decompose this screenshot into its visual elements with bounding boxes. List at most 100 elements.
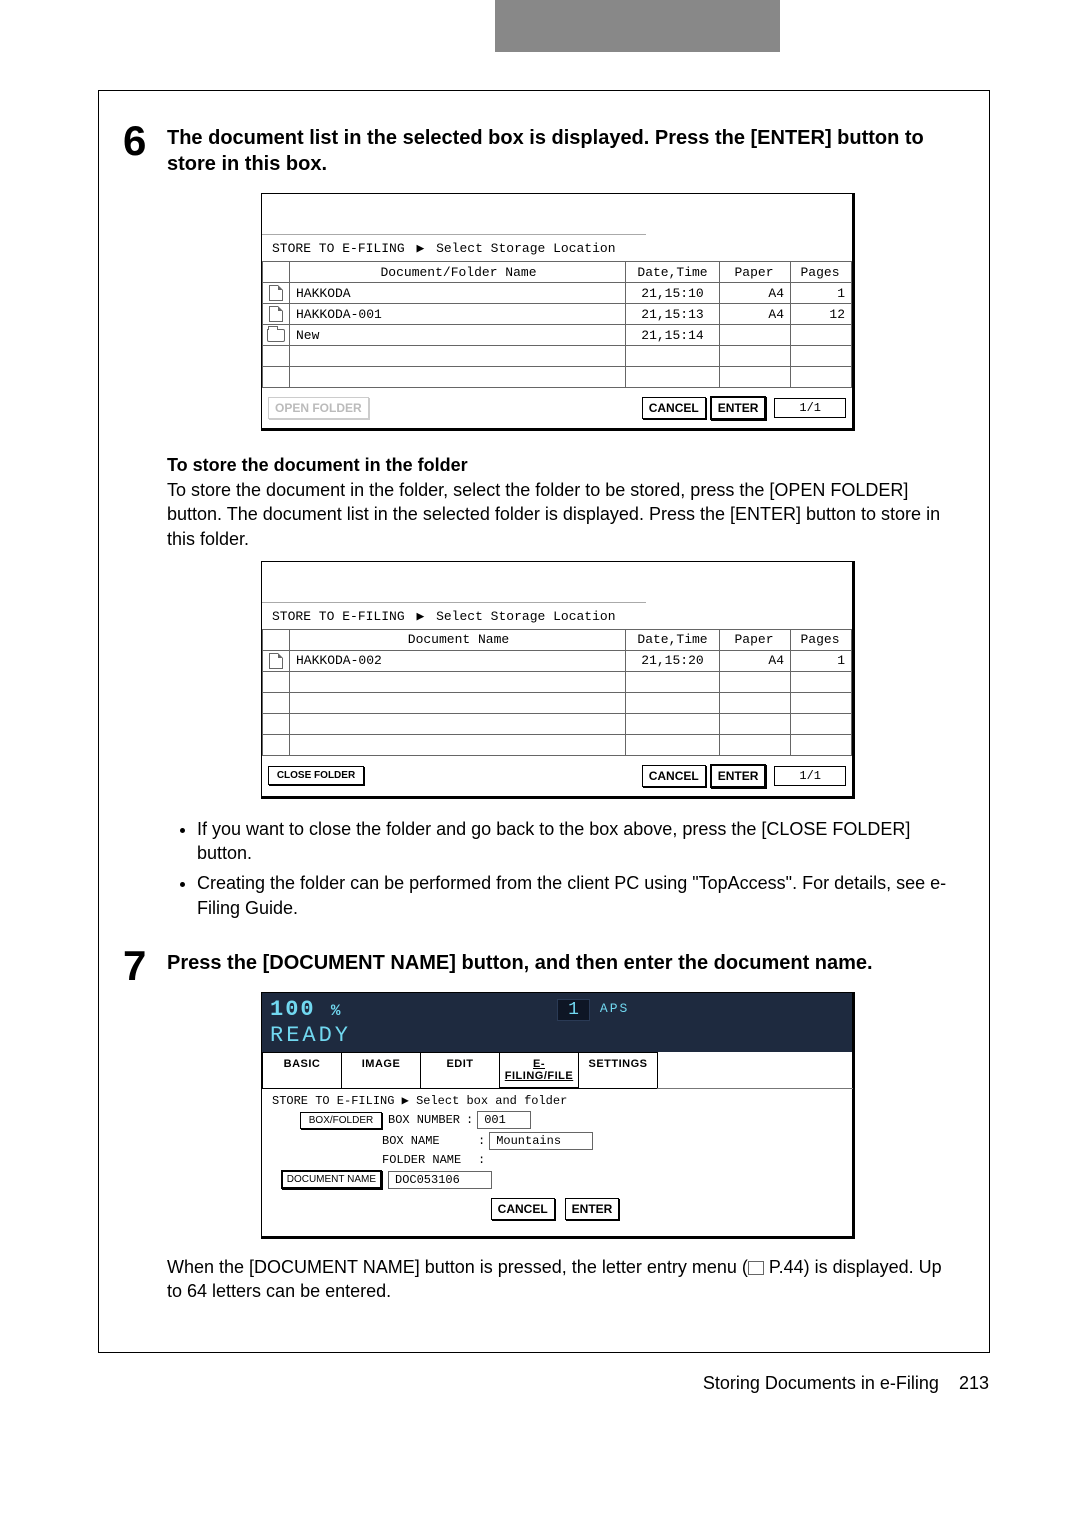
table-row — [263, 692, 852, 713]
footer-page: 213 — [959, 1373, 989, 1393]
cell-pages: 12 — [791, 304, 852, 325]
storage-location-panel-2: STORE TO E-FILING ▶ Select Storage Locat… — [261, 561, 855, 799]
pager: 1/1 — [774, 766, 846, 786]
panel-button-row: OPEN FOLDER CANCEL ENTER 1/1 — [262, 388, 852, 428]
cell-pages: 1 — [791, 650, 852, 671]
book-icon — [748, 1261, 764, 1275]
document-icon — [269, 306, 283, 322]
header-tab — [495, 0, 780, 52]
cell-date: 21,15:10 — [626, 283, 720, 304]
bullet-list: If you want to close the folder and go b… — [167, 817, 949, 920]
breadcrumb-current: Select Storage Location — [436, 241, 615, 256]
close-folder-button[interactable]: CLOSE FOLDER — [268, 766, 364, 785]
tab-image[interactable]: IMAGE — [341, 1052, 421, 1089]
cell-date: 21,15:13 — [626, 304, 720, 325]
percent-sign: % — [331, 1002, 343, 1020]
table-row[interactable]: HAKKODA-002 21,15:20 A4 1 — [263, 650, 852, 671]
folder-name-label: FOLDER NAME — [382, 1153, 478, 1167]
document-table: Document Name Date,Time Paper Pages HAKK… — [262, 629, 852, 756]
table-header-row: Document Name Date,Time Paper Pages — [263, 629, 852, 650]
tab-filler — [657, 1052, 853, 1089]
cancel-button[interactable]: CANCEL — [642, 765, 706, 787]
table-row[interactable]: New 21,15:14 — [263, 325, 852, 346]
folder-name-row: FOLDER NAME: — [272, 1153, 842, 1167]
tab-efiling-file[interactable]: E-FILING/FILE — [499, 1052, 579, 1089]
copy-ratio: 100 % — [270, 997, 342, 1022]
enter-button[interactable]: ENTER — [565, 1198, 620, 1220]
ready-status: READY — [262, 1023, 852, 1052]
breadcrumb-root: STORE TO E-FILING — [272, 609, 405, 624]
enter-button[interactable]: ENTER — [710, 764, 767, 788]
box-number-label: BOX NUMBER — [388, 1113, 466, 1127]
cell-name: HAKKODA-001 — [290, 304, 626, 325]
tab-edit[interactable]: EDIT — [420, 1052, 500, 1089]
table-row — [263, 713, 852, 734]
copy-count: 1 — [557, 999, 590, 1021]
panel-button-row: CLOSE FOLDER CANCEL ENTER 1/1 — [262, 756, 852, 796]
cell-paper: A4 — [720, 283, 791, 304]
cell-date: 21,15:14 — [626, 325, 720, 346]
panel-title-bar — [262, 194, 646, 235]
col-paper: Paper — [720, 629, 791, 650]
cell-paper — [720, 325, 791, 346]
tab-settings[interactable]: SETTINGS — [578, 1052, 658, 1089]
box-number-value: 001 — [477, 1111, 531, 1129]
table-row — [263, 671, 852, 692]
folder-icon — [267, 329, 285, 342]
breadcrumb-current: Select box and folder — [416, 1094, 567, 1108]
table-row[interactable]: HAKKODA-001 21,15:13 A4 12 — [263, 304, 852, 325]
step-7: 7 Press the [DOCUMENT NAME] button, and … — [167, 950, 949, 1304]
box-name-row: BOX NAME: Mountains — [272, 1132, 842, 1150]
paragraph: To store the document in the folder, sel… — [167, 478, 949, 551]
col-pages: Pages — [791, 629, 852, 650]
cancel-button[interactable]: CANCEL — [642, 397, 706, 419]
col-paper: Paper — [720, 262, 791, 283]
paragraph: When the [DOCUMENT NAME] button is press… — [167, 1255, 949, 1304]
table-row — [263, 367, 852, 388]
breadcrumb: STORE TO E-FILING ▶ Select box and folde… — [272, 1093, 842, 1108]
page-ref: P.44 — [764, 1257, 804, 1277]
step-number: 7 — [123, 942, 146, 990]
document-name-row: DOCUMENT NAME DOC053106 — [272, 1170, 842, 1189]
table-row — [263, 346, 852, 367]
sub-heading: To store the document in the folder — [167, 455, 949, 476]
efiling-panel: 100 % 1 APS READY BASIC IMAGE EDIT E-FIL… — [261, 992, 855, 1239]
document-name-value: DOC053106 — [388, 1171, 492, 1189]
breadcrumb: STORE TO E-FILING ▶ Select Storage Locat… — [262, 235, 852, 261]
tab-basic[interactable]: BASIC — [262, 1052, 342, 1089]
panel-title-bar — [262, 562, 646, 603]
enter-button[interactable]: ENTER — [710, 396, 767, 420]
box-folder-row: BOX/FOLDER BOX NUMBER: 001 — [272, 1111, 842, 1129]
box-name-value: Mountains — [489, 1132, 593, 1150]
cell-name: New — [290, 325, 626, 346]
content-area: 6 The document list in the selected box … — [98, 90, 990, 1353]
pager: 1/1 — [774, 398, 846, 418]
table-header-row: Document/Folder Name Date,Time Paper Pag… — [263, 262, 852, 283]
box-name-label: BOX NAME — [382, 1134, 478, 1148]
step-title: Press the [DOCUMENT NAME] button, and th… — [167, 950, 949, 976]
aps-label: APS — [600, 997, 629, 1016]
tab-row: BASIC IMAGE EDIT E-FILING/FILE SETTINGS — [262, 1052, 852, 1089]
list-item: If you want to close the folder and go b… — [197, 817, 949, 866]
document-icon — [269, 653, 283, 669]
status-bar: 100 % 1 APS — [262, 993, 852, 1023]
footer-text: Storing Documents in e-Filing — [703, 1373, 939, 1393]
table-row[interactable]: HAKKODA 21,15:10 A4 1 — [263, 283, 852, 304]
copy-ratio-value: 100 — [270, 997, 316, 1022]
text-span: When the [DOCUMENT NAME] button is press… — [167, 1257, 748, 1277]
col-date: Date,Time — [626, 629, 720, 650]
cancel-button[interactable]: CANCEL — [491, 1198, 555, 1220]
efiling-body: STORE TO E-FILING ▶ Select box and folde… — [262, 1089, 852, 1236]
breadcrumb-root: STORE TO E-FILING — [272, 1094, 394, 1108]
chevron-right-icon: ▶ — [402, 1094, 416, 1108]
cell-name: HAKKODA-002 — [290, 650, 626, 671]
document-icon — [269, 285, 283, 301]
step-title: The document list in the selected box is… — [167, 125, 949, 177]
col-pages: Pages — [791, 262, 852, 283]
cell-paper: A4 — [720, 304, 791, 325]
box-folder-button[interactable]: BOX/FOLDER — [300, 1112, 382, 1129]
document-name-button[interactable]: DOCUMENT NAME — [281, 1170, 382, 1189]
storage-location-panel-1: STORE TO E-FILING ▶ Select Storage Locat… — [261, 193, 855, 431]
open-folder-button[interactable]: OPEN FOLDER — [268, 397, 369, 419]
table-row — [263, 734, 852, 755]
